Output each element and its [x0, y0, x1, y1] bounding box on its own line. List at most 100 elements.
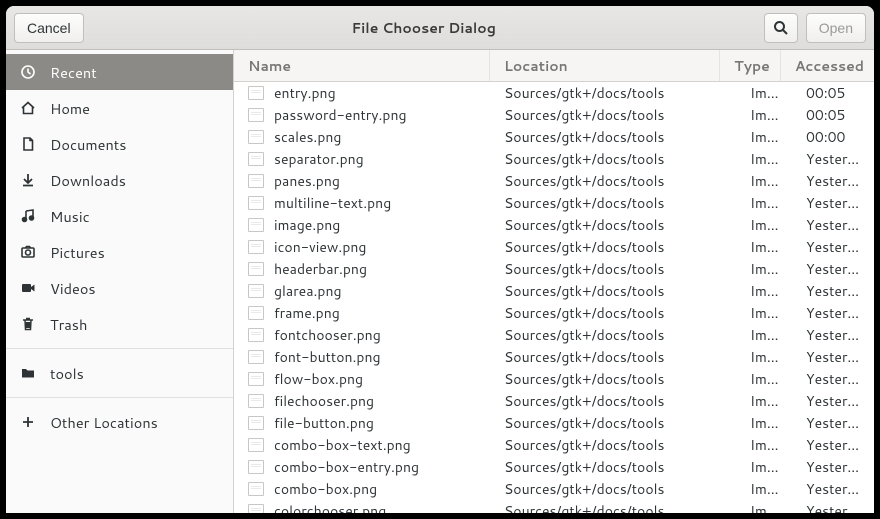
file-name: image.png — [274, 215, 340, 235]
file-type: Image — [736, 501, 792, 513]
column-header-accessed[interactable]: Accessed — [781, 50, 874, 81]
file-row[interactable]: font-button.pngSources/gtk+/docs/toolsIm… — [234, 346, 874, 368]
sidebar-item-videos[interactable]: Videos — [6, 270, 233, 306]
file-type: Image — [736, 479, 792, 499]
sidebar-item-downloads[interactable]: Downloads — [6, 162, 233, 198]
file-accessed: Yesterday — [792, 369, 874, 389]
folder-icon — [20, 365, 36, 381]
file-location: Sources/gtk+/docs/tools — [490, 149, 736, 169]
column-header-location[interactable]: Location — [490, 50, 720, 81]
search-button[interactable] — [764, 13, 798, 43]
sidebar-item-home[interactable]: Home — [6, 90, 233, 126]
file-row[interactable]: filechooser.png Sources/gtk+/docs/toolsIm… — [234, 390, 874, 412]
file-row[interactable]: fontchooser.pngSources/gtk+/docs/toolsIm… — [234, 324, 874, 346]
sidebar-item-label: Recent — [50, 62, 97, 83]
image-file-icon — [248, 394, 264, 408]
file-type: Image — [736, 149, 792, 169]
file-type: Image — [736, 303, 792, 323]
file-name: combo-box-entry.png — [274, 457, 419, 477]
home-icon — [20, 100, 36, 116]
file-location: Sources/gtk+/docs/tools — [490, 391, 736, 411]
file-location: Sources/gtk+/docs/tools — [490, 127, 736, 147]
file-name: combo-box-text.png — [274, 435, 411, 455]
sidebar-item-recent[interactable]: Recent — [6, 54, 233, 90]
file-accessed: Yesterday — [792, 215, 874, 235]
file-name: headerbar.png — [274, 259, 367, 279]
file-location: Sources/gtk+/docs/tools — [490, 215, 736, 235]
file-type: Image — [736, 391, 792, 411]
file-row[interactable]: entry.pngSources/gtk+/docs/toolsImage00:… — [234, 82, 874, 104]
column-header-name[interactable]: Name — [234, 50, 490, 81]
sidebar-item-music[interactable]: Music — [6, 198, 233, 234]
column-header-type[interactable]: Type — [720, 50, 781, 81]
file-type: Image — [736, 325, 792, 345]
file-name: filechooser.png — [274, 391, 374, 411]
image-file-icon — [248, 108, 264, 122]
file-accessed: Yesterday — [792, 501, 874, 513]
file-list-pane: Name Location Type Accessed entry.png Sou… — [234, 50, 874, 513]
sidebar-item-label: tools — [50, 363, 84, 384]
file-location: Sources/gtk+/docs/tools — [490, 83, 736, 103]
cancel-button[interactable]: Cancel — [14, 13, 84, 43]
file-rows[interactable]: entry.pngSources/gtk+/docs/toolsImage00:… — [234, 82, 874, 513]
file-name: entry.png — [274, 83, 336, 103]
file-row[interactable]: multiline-text.pngSources/gtk+/docs/tool… — [234, 192, 874, 214]
file-row[interactable]: password-entry.pngSources/gtk+/docs/tool… — [234, 104, 874, 126]
file-row[interactable]: icon-view.pngSources/gtk+/docs/toolsImag… — [234, 236, 874, 258]
file-location: Sources/gtk+/docs/tools — [490, 281, 736, 301]
file-row[interactable]: combo-box.pngSources/gtk+/docs/toolsImag… — [234, 478, 874, 500]
image-file-icon — [248, 482, 264, 496]
plus-icon — [20, 414, 36, 430]
file-row[interactable]: headerbar.pngSources/gtk+/docs/toolsImag… — [234, 258, 874, 280]
sidebar-item-label: Pictures — [50, 242, 105, 263]
file-row[interactable]: file-button.pngSources/gtk+/docs/toolsIm… — [234, 412, 874, 434]
file-location: Sources/gtk+/docs/tools — [490, 369, 736, 389]
sidebar-item-label: Videos — [50, 278, 96, 299]
file-row[interactable]: glarea.pngSources/gtk+/docs/toolsImageYe… — [234, 280, 874, 302]
file-row[interactable]: combo-box-entry.pngSources/gtk+/docs/too… — [234, 456, 874, 478]
file-type: Image — [736, 83, 792, 103]
file-accessed: Yesterday — [792, 303, 874, 323]
documents-icon — [20, 136, 36, 152]
file-name: colorchooser.png — [274, 501, 386, 513]
music-icon — [20, 208, 36, 224]
image-file-icon — [248, 460, 264, 474]
file-name: multiline-text.png — [274, 193, 391, 213]
sidebar-item-other-locations[interactable]: Other Locations — [6, 404, 233, 440]
file-name: frame.png — [274, 303, 340, 323]
file-row[interactable]: image.pngSources/gtk+/docs/toolsImageYes… — [234, 214, 874, 236]
file-accessed: Yesterday — [792, 391, 874, 411]
file-accessed: 00:00 — [792, 127, 874, 147]
file-location: Sources/gtk+/docs/tools — [490, 501, 736, 513]
file-name: font-button.png — [274, 347, 381, 367]
file-row[interactable]: scales.pngSources/gtk+/docs/toolsImage00… — [234, 126, 874, 148]
sidebar-item-tools[interactable]: tools — [6, 355, 233, 391]
image-file-icon — [248, 130, 264, 144]
file-location: Sources/gtk+/docs/tools — [490, 237, 736, 257]
file-name: scales.png — [274, 127, 341, 147]
image-file-icon — [248, 416, 264, 430]
sidebar-item-documents[interactable]: Documents — [6, 126, 233, 162]
image-file-icon — [248, 372, 264, 386]
file-type: Image — [736, 171, 792, 191]
file-type: Image — [736, 347, 792, 367]
sidebar-item-trash[interactable]: Trash — [6, 306, 233, 342]
open-button[interactable]: Open — [806, 13, 866, 43]
image-file-icon — [248, 438, 264, 452]
file-row[interactable]: colorchooser.png Sources/gtk+/docs/toolsI… — [234, 500, 874, 513]
downloads-icon — [20, 172, 36, 188]
file-row[interactable]: combo-box-text.pngSources/gtk+/docs/tool… — [234, 434, 874, 456]
file-accessed: Yesterday — [792, 325, 874, 345]
sidebar-item-pictures[interactable]: Pictures — [6, 234, 233, 270]
file-row[interactable]: panes.pngSources/gtk+/docs/toolsImageYes… — [234, 170, 874, 192]
image-file-icon — [248, 240, 264, 254]
trash-icon — [20, 316, 36, 332]
sidebar-item-label: Trash — [50, 314, 87, 335]
file-row[interactable]: frame.pngSources/gtk+/docs/toolsImageYes… — [234, 302, 874, 324]
file-row[interactable]: flow-box.pngSources/gtk+/docs/toolsImage… — [234, 368, 874, 390]
file-row[interactable]: separator.pngSources/gtk+/docs/toolsImag… — [234, 148, 874, 170]
file-location: Sources/gtk+/docs/tools — [490, 105, 736, 125]
file-type: Image — [736, 237, 792, 257]
file-location: Sources/gtk+/docs/tools — [490, 171, 736, 191]
file-type: Image — [736, 105, 792, 125]
